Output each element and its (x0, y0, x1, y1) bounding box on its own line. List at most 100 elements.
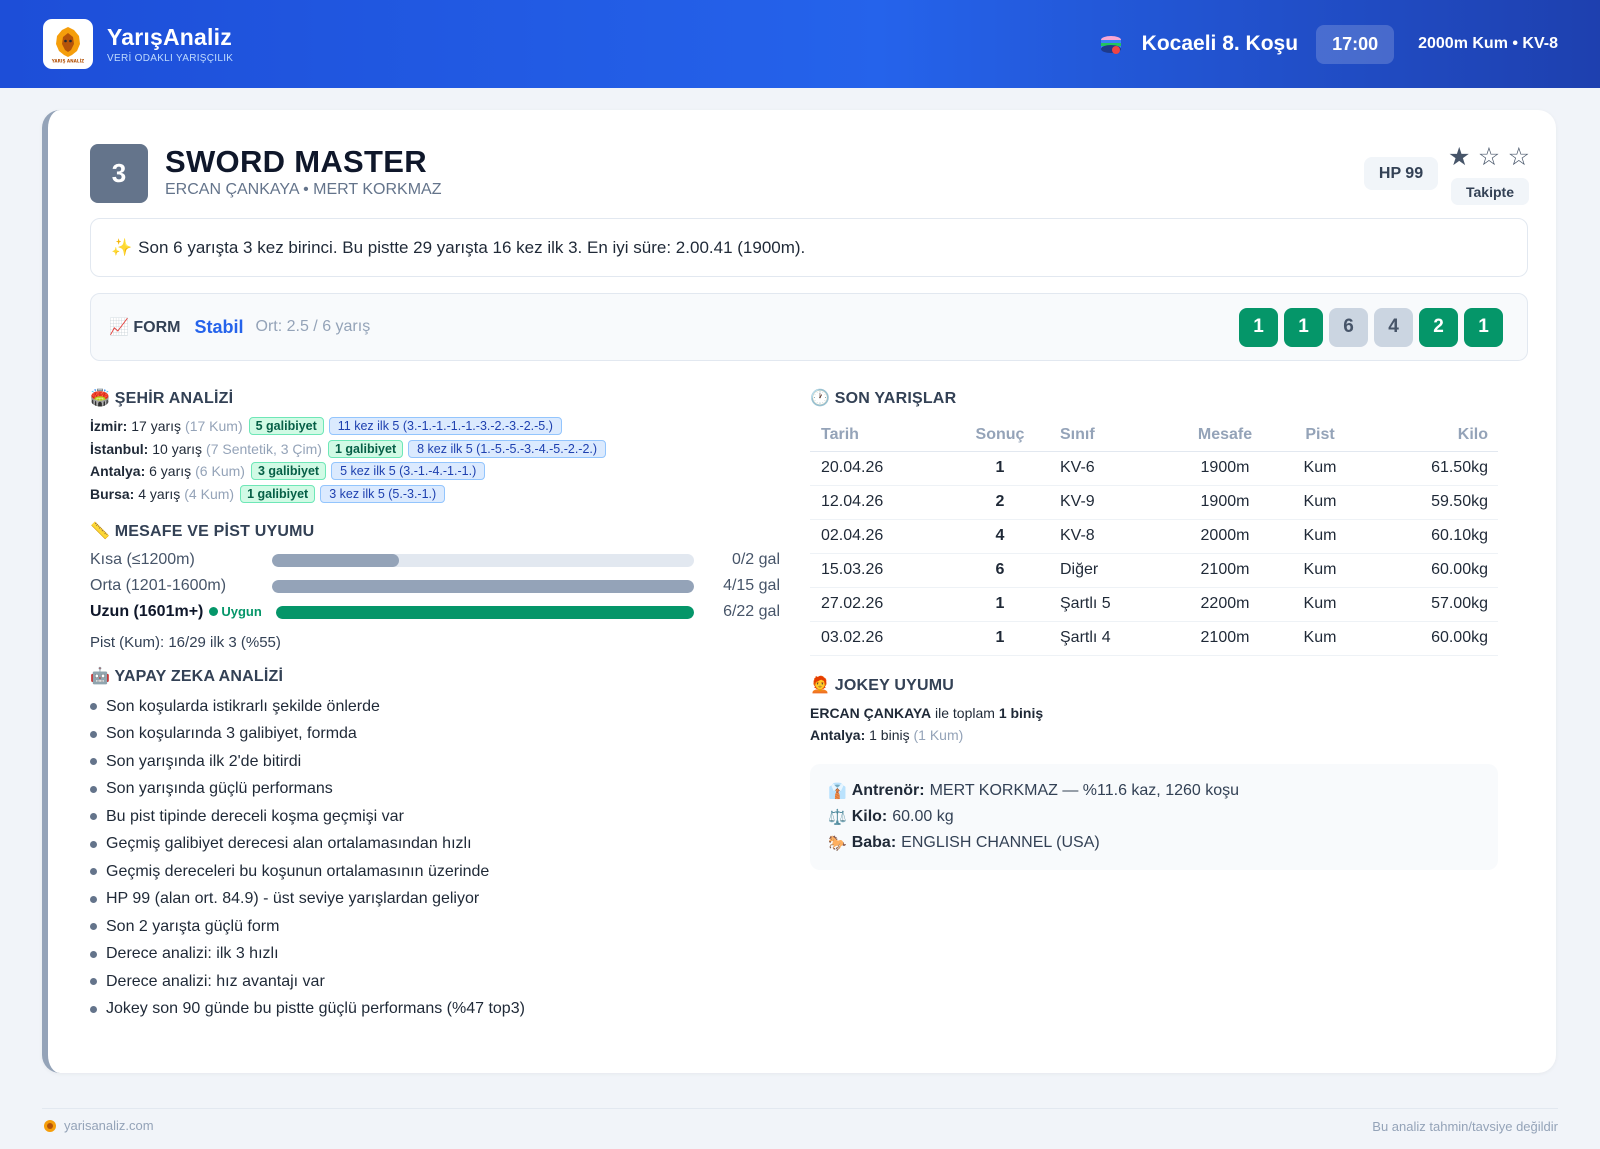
form-result-chip: 1 (1284, 307, 1323, 347)
distance-bar (272, 579, 694, 593)
distance-label: Kısa (≤1200m) (90, 551, 195, 568)
wins-tag: 1 galibiyet (327, 439, 404, 458)
race-info: Kocaeli 8. Koşu 17:00 2000m Kum • KV-8 (1098, 24, 1558, 64)
suitable-badge: Uygun (209, 604, 262, 619)
svg-text:YARIŞ ANALİZ: YARIŞ ANALİZ (51, 59, 84, 64)
distance-row: Uzun (1601m+) Uygun 6/22 gal (90, 602, 780, 622)
distance-bar (276, 605, 694, 619)
star-empty-icon[interactable]: ☆ (1508, 142, 1530, 172)
form-state: Stabil (194, 316, 244, 337)
lion-logo-icon: YARIŞ ANALİZ (51, 27, 84, 64)
chart-up-icon: 📈 (109, 319, 129, 336)
jockey-fit-title: 🧑‍🦰 JOKEY UYUMU (810, 677, 955, 694)
form-panel: 📈 FORM Stabil Ort: 2.5 / 6 yarış 1 1 6 4… (90, 293, 1528, 361)
table-row: 15.03.26 6 Diğer 2100m Kum 60.00kg (810, 553, 1498, 588)
sparkles-icon: ✨ (111, 237, 133, 257)
tie-icon: 👔 (828, 783, 847, 800)
rating-stars[interactable]: ★ ☆ ☆ (1448, 142, 1530, 172)
table-row: 20.04.26 1 KV-6 1900m Kum 61.50kg (810, 451, 1498, 486)
race-meta: 2000m Kum • KV-8 (1418, 35, 1558, 52)
lion-logo-icon (44, 1119, 56, 1132)
horse-card: 3 SWORD MASTER ERCAN ÇANKAYA • MERT KORK… (42, 110, 1556, 1073)
form-result-chip: 6 (1329, 307, 1368, 347)
distance-row: Kısa (≤1200m) 0/2 gal (90, 550, 780, 570)
summary-text: Son 6 yarışta 3 kez birinci. Bu pistte 2… (138, 237, 806, 257)
list-item: Derece analizi: hız avantajı var (90, 968, 790, 996)
track-note: Pist (Kum): 16/29 ilk 3 (%55) (90, 634, 281, 651)
table-row: 03.02.26 1 Şartlı 4 2100m Kum 60.00kg (810, 621, 1498, 656)
jockey-trainer-line: ERCAN ÇANKAYA • MERT KORKMAZ (165, 181, 442, 198)
jockey-total: ERCAN ÇANKAYA ile toplam 1 biniş (810, 705, 1044, 721)
column-header: Kilo (1360, 419, 1498, 452)
brand-name: YarışAnaliz (107, 24, 232, 50)
column-header: Sonuç (960, 419, 1040, 452)
list-item: Geçmiş dereceleri bu koşunun ortalamasın… (90, 858, 790, 886)
footer-disclaimer: Bu analiz tahmin/tavsiye değildir (1372, 1119, 1558, 1134)
top5-tag: 3 kez ilk 5 (5.-3.-1.) (320, 484, 446, 503)
list-item: Geçmiş galibiyet derecesi alan ortalamas… (90, 831, 790, 859)
race-time-badge: 17:00 (1316, 24, 1395, 64)
ruler-icon: 📏 (90, 523, 111, 540)
list-item: Son 2 yarışta güçlü form (90, 913, 790, 941)
list-item: Son yarışında güçlü performans (90, 776, 790, 804)
top5-tag: 5 kez ilk 5 (3.-1.-4.-1.-1.) (331, 462, 486, 481)
distance-value: 0/2 gal (731, 551, 780, 568)
app-header: YARIŞ ANALİZ YarışAnaliz VERİ ODAKLI YAR… (0, 0, 1600, 88)
footer-divider (42, 1108, 1558, 1109)
follow-button[interactable]: Takipte (1451, 178, 1529, 205)
form-result-chip: 4 (1374, 307, 1413, 347)
column-header: Pist (1280, 419, 1360, 452)
form-label: 📈 FORM (109, 319, 181, 336)
city-analysis-list: İzmir: 17 yarış (17 Kum) 5 galibiyet 11 … (90, 415, 790, 505)
list-item: Son yarışında ilk 2'de bitirdi (90, 748, 790, 776)
table-row: 02.04.26 4 KV-8 2000m Kum 60.10kg (810, 519, 1498, 554)
extra-info-box: 👔 Antrenör: MERT KORKMAZ — %11.6 kaz, 1260… (810, 764, 1498, 870)
stadium-icon: 🏟️ (90, 390, 111, 407)
sire-row: 🐎 Baba: ENGLISH CHANNEL (USA) (828, 834, 1100, 852)
distance-bar-fill (272, 579, 694, 593)
distance-value: 4/15 gal (723, 577, 780, 594)
racetrack-icon (1100, 36, 1121, 54)
distance-bar-fill (276, 605, 694, 619)
wins-tag: 5 galibiyet (248, 417, 324, 436)
list-item: Derece analizi: ilk 3 hızlı (90, 941, 790, 969)
race-title: Kocaeli 8. Koşu (1141, 32, 1299, 55)
scale-icon: ⚖️ (828, 809, 847, 826)
distance-title: 📏 MESAFE VE PİST UYUMU (90, 523, 315, 540)
distance-bar-fill (272, 553, 399, 567)
recent-races-title: 🕐 SON YARIŞLAR (810, 390, 957, 407)
weight-row: ⚖️ Kilo: 60.00 kg (828, 808, 954, 826)
table-row: 12.04.26 2 KV-9 1900m Kum 59.50kg (810, 485, 1498, 520)
city-row: Antalya: 6 yarış (6 Kum) 3 galibiyet 5 k… (90, 460, 790, 483)
hp-badge: HP 99 (1364, 157, 1438, 190)
distance-label: Orta (1201-1600m) (90, 577, 227, 594)
star-filled-icon[interactable]: ★ (1448, 142, 1470, 172)
wins-tag: 3 galibiyet (250, 462, 327, 481)
form-results: 1 1 6 4 2 1 (1239, 307, 1503, 347)
trainer-row: 👔 Antrenör: MERT KORKMAZ — %11.6 kaz, 1260… (828, 782, 1240, 800)
table-row: 27.02.26 1 Şartlı 5 2200m Kum 57.00kg (810, 587, 1498, 622)
ai-analysis-list: Son koşularda istikrarlı şekilde önlerde… (90, 693, 790, 1023)
distance-value: 6/22 gal (723, 603, 780, 620)
list-item: Bu pist tipinde dereceli koşma geçmişi v… (90, 803, 790, 831)
jockey-icon: 🧑‍🦰 (810, 677, 831, 694)
star-empty-icon[interactable]: ☆ (1478, 142, 1500, 172)
form-result-chip: 2 (1419, 307, 1458, 347)
footer-site[interactable]: yarisanaliz.com (43, 1118, 154, 1133)
table-header-row: Tarih Sonuç Sınıf Mesafe Pist Kilo (810, 419, 1498, 452)
form-average: Ort: 2.5 / 6 yarış (255, 318, 371, 335)
wins-tag: 1 galibiyet (240, 484, 316, 503)
list-item: Son koşularda istikrarlı şekilde önlerde (90, 693, 790, 721)
top5-tag: 11 kez ilk 5 (3.-1.-1.-1.-1.-3.-2.-3.-2.… (328, 417, 562, 436)
list-item: HP 99 (alan ort. 84.9) - üst seviye yarı… (90, 886, 790, 914)
jockey-city: Antalya: 1 biniş (1 Kum) (810, 727, 964, 743)
form-result-chip: 1 (1239, 307, 1278, 347)
top5-tag: 8 kez ilk 5 (1.-5.-5.-3.-4.-5.-2.-2.) (408, 439, 607, 458)
city-analysis-title: 🏟️ ŞEHİR ANALİZİ (90, 390, 234, 407)
list-item: Son koşularında 3 galibiyet, formda (90, 721, 790, 749)
column-header: Tarih (810, 419, 960, 452)
robot-icon: 🤖 (90, 668, 111, 685)
clock-icon: 🕐 (810, 390, 831, 407)
brand-logo[interactable]: YARIŞ ANALİZ (43, 19, 93, 69)
form-result-chip: 1 (1464, 307, 1503, 347)
